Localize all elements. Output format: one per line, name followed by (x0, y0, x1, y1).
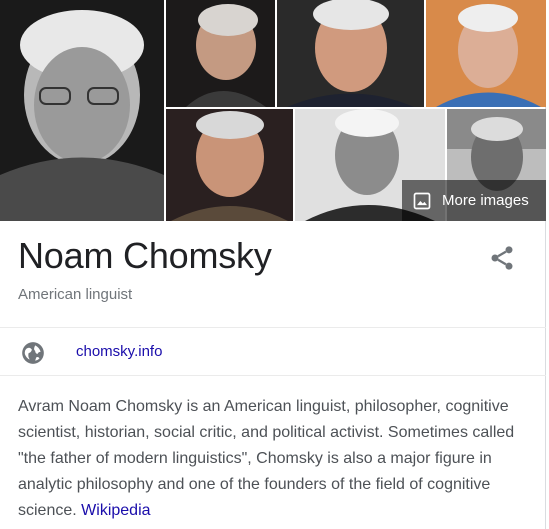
image-thumbnail-5[interactable] (166, 109, 293, 221)
portrait-photo-5 (166, 109, 293, 221)
website-row[interactable]: chomsky.info (0, 328, 546, 375)
image-thumbnail-3[interactable] (277, 0, 424, 107)
description-text: Avram Noam Chomsky is an American lingui… (18, 398, 515, 519)
more-images-label: More images (442, 192, 529, 209)
page-title: Noam Chomsky (18, 235, 272, 276)
share-icon (491, 246, 513, 270)
image-icon (412, 191, 432, 211)
image-thumbnail-2[interactable] (166, 0, 275, 107)
wikipedia-link[interactable]: Wikipedia (81, 502, 150, 519)
portrait-photo-4 (426, 0, 546, 107)
portrait-photo-2 (166, 0, 275, 107)
image-thumbnail-4[interactable] (426, 0, 546, 107)
image-grid: More images (0, 0, 546, 221)
divider (0, 375, 546, 376)
globe-icon (20, 340, 46, 366)
entity-subtitle: American linguist (18, 286, 133, 303)
more-images-button[interactable]: More images (402, 180, 546, 221)
portrait-photo-3 (277, 0, 424, 107)
image-thumbnail-1[interactable] (0, 0, 164, 221)
share-button[interactable] (488, 244, 516, 272)
knowledge-panel: More images Noam Chomsky American lingui… (0, 0, 546, 529)
entity-description: Avram Noam Chomsky is an American lingui… (18, 394, 530, 524)
website-link[interactable]: chomsky.info (76, 343, 162, 360)
entity-title: Noam Chomsky (18, 236, 272, 276)
portrait-photo-1 (0, 0, 164, 221)
